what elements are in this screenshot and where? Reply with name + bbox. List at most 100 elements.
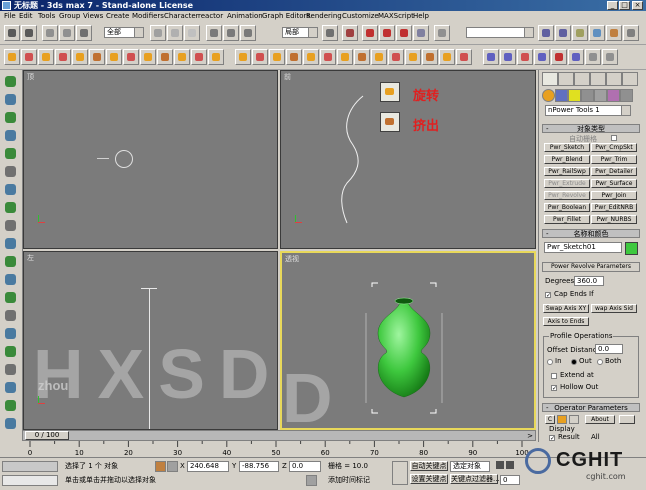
- tb2-icon-31[interactable]: [534, 49, 550, 65]
- select-object-button[interactable]: [150, 25, 166, 41]
- viewport-left[interactable]: 左 HXSD zhou: [23, 251, 278, 430]
- degrees-spinner[interactable]: 360.0: [574, 276, 604, 286]
- tb2-icon-17[interactable]: [286, 49, 302, 65]
- tb2-icon-1[interactable]: [4, 49, 20, 65]
- lt-icon-1[interactable]: [3, 74, 18, 89]
- tb2-icon-7[interactable]: [106, 49, 122, 65]
- about-button[interactable]: About: [585, 415, 615, 424]
- lt-icon-5[interactable]: [3, 146, 18, 161]
- tb2-icon-29[interactable]: [500, 49, 516, 65]
- rollout-revolve-params[interactable]: Power Revolve Parameters: [542, 262, 640, 272]
- reference-coordinate-dropdown[interactable]: 局部: [282, 27, 318, 38]
- obj-btn-11[interactable]: Pwr_Boolean: [544, 203, 590, 212]
- tb2-icon-21[interactable]: [354, 49, 370, 65]
- tb2-icon-15[interactable]: [252, 49, 268, 65]
- y-coordinate-field[interactable]: -88.756: [239, 461, 279, 472]
- lt-icon-12[interactable]: [3, 272, 18, 287]
- lt-icon-3[interactable]: [3, 110, 18, 125]
- bind-space-warp-button[interactable]: [76, 25, 92, 41]
- swap-axis-xy-button[interactable]: Swap Axis XY: [543, 304, 589, 313]
- tb2-icon-9[interactable]: [140, 49, 156, 65]
- lt-icon-18[interactable]: [3, 380, 18, 395]
- lt-icon-6[interactable]: [3, 164, 18, 179]
- menu-tools[interactable]: Tools: [38, 12, 55, 21]
- select-scale-button[interactable]: [240, 25, 256, 41]
- lights-category-icon[interactable]: [568, 89, 581, 102]
- tb2-icon-3[interactable]: [38, 49, 54, 65]
- obj-btn-1[interactable]: Pwr_Sketch: [544, 143, 590, 152]
- obj-btn-13[interactable]: Pwr_Fillet: [544, 215, 590, 224]
- unlink-button[interactable]: [59, 25, 75, 41]
- geometry-category-icon[interactable]: [542, 89, 555, 102]
- x-coordinate-field[interactable]: 240.648: [187, 461, 229, 472]
- lt-icon-15[interactable]: [3, 326, 18, 341]
- tb2-icon-24[interactable]: [405, 49, 421, 65]
- undo-button[interactable]: [4, 25, 20, 41]
- set-key-button[interactable]: 设置关键点: [410, 474, 448, 484]
- obj-btn-10[interactable]: Pwr_Join: [591, 191, 637, 200]
- lt-icon-13[interactable]: [3, 290, 18, 305]
- material-editor-button[interactable]: [606, 25, 622, 41]
- tb2-icon-10[interactable]: [157, 49, 173, 65]
- menu-group[interactable]: Group: [59, 12, 80, 21]
- lt-icon-9[interactable]: [3, 218, 18, 233]
- tb2-icon-26[interactable]: [439, 49, 455, 65]
- viewport-front[interactable]: 前 旋转 挤出: [280, 70, 536, 249]
- lock-selection-icon[interactable]: [155, 461, 166, 472]
- align-button[interactable]: [555, 25, 571, 41]
- utilities-tab-icon[interactable]: [622, 72, 638, 86]
- previous-frame-icon[interactable]: [506, 461, 514, 469]
- tb2-icon-35[interactable]: [602, 49, 618, 65]
- tb2-icon-22[interactable]: [371, 49, 387, 65]
- tb2-icon-13[interactable]: [208, 49, 224, 65]
- hollow-out-checkbox[interactable]: ✓: [551, 385, 557, 392]
- absolute-mode-icon[interactable]: [167, 461, 178, 472]
- operator-f-icon[interactable]: [569, 415, 579, 424]
- menu-file[interactable]: File: [4, 12, 16, 21]
- object-category-dropdown[interactable]: nPower Tools 1: [545, 105, 631, 116]
- lt-icon-4[interactable]: [3, 128, 18, 143]
- link-button[interactable]: [42, 25, 58, 41]
- select-move-button[interactable]: [206, 25, 222, 41]
- viewport-perspective[interactable]: 透视 D: [280, 251, 536, 430]
- tb2-icon-8[interactable]: [123, 49, 139, 65]
- layer-manager-button[interactable]: [572, 25, 588, 41]
- tb2-icon-32[interactable]: [551, 49, 567, 65]
- lt-icon-17[interactable]: [3, 362, 18, 377]
- auto-key-button[interactable]: 自动关键点: [410, 461, 448, 471]
- named-selection-dropdown[interactable]: [466, 27, 534, 38]
- offset-distance-spinner[interactable]: 0.0: [595, 344, 623, 354]
- axis-to-ends-button[interactable]: Axis to Ends: [543, 317, 589, 326]
- operator-c-button[interactable]: C: [545, 415, 555, 424]
- autogrid-checkbox[interactable]: [611, 135, 617, 141]
- create-tab-icon[interactable]: [542, 72, 558, 86]
- selection-filter-dropdown[interactable]: 全部: [104, 27, 144, 38]
- track-bar[interactable]: 0 10 20 30 40 50 60 70 80 90 100: [22, 441, 536, 457]
- add-time-tag[interactable]: 添加时间标记: [328, 476, 370, 485]
- hierarchy-tab-icon[interactable]: [574, 72, 590, 86]
- modify-tab-icon[interactable]: [558, 72, 574, 86]
- tb2-icon-28[interactable]: [483, 49, 499, 65]
- lt-icon-19[interactable]: [3, 398, 18, 413]
- tb2-icon-25[interactable]: [422, 49, 438, 65]
- rollout-operator-params[interactable]: Operator Parameters: [542, 403, 640, 413]
- tb2-icon-33[interactable]: [568, 49, 584, 65]
- z-coordinate-field[interactable]: 0.0: [289, 461, 321, 472]
- menu-views[interactable]: Views: [83, 12, 103, 21]
- lt-icon-2[interactable]: [3, 92, 18, 107]
- time-tag-icon[interactable]: [306, 475, 317, 486]
- radio-out[interactable]: [571, 359, 577, 365]
- tb2-icon-5[interactable]: [72, 49, 88, 65]
- menu-rendering[interactable]: Rendering: [306, 12, 342, 21]
- lt-icon-10[interactable]: [3, 236, 18, 251]
- select-manipulate-button[interactable]: [342, 25, 358, 41]
- tb2-icon-6[interactable]: [89, 49, 105, 65]
- obj-btn-3[interactable]: Pwr_Blend: [544, 155, 590, 164]
- menu-customize[interactable]: Customize: [342, 12, 379, 21]
- lt-icon-20[interactable]: [3, 416, 18, 431]
- current-frame-field[interactable]: 0: [500, 475, 520, 485]
- region-select-button[interactable]: [184, 25, 200, 41]
- tb2-icon-16[interactable]: [269, 49, 285, 65]
- rollout-object-type[interactable]: 对象类型: [542, 124, 640, 134]
- obj-btn-14[interactable]: Pwr_NURBS: [591, 215, 637, 224]
